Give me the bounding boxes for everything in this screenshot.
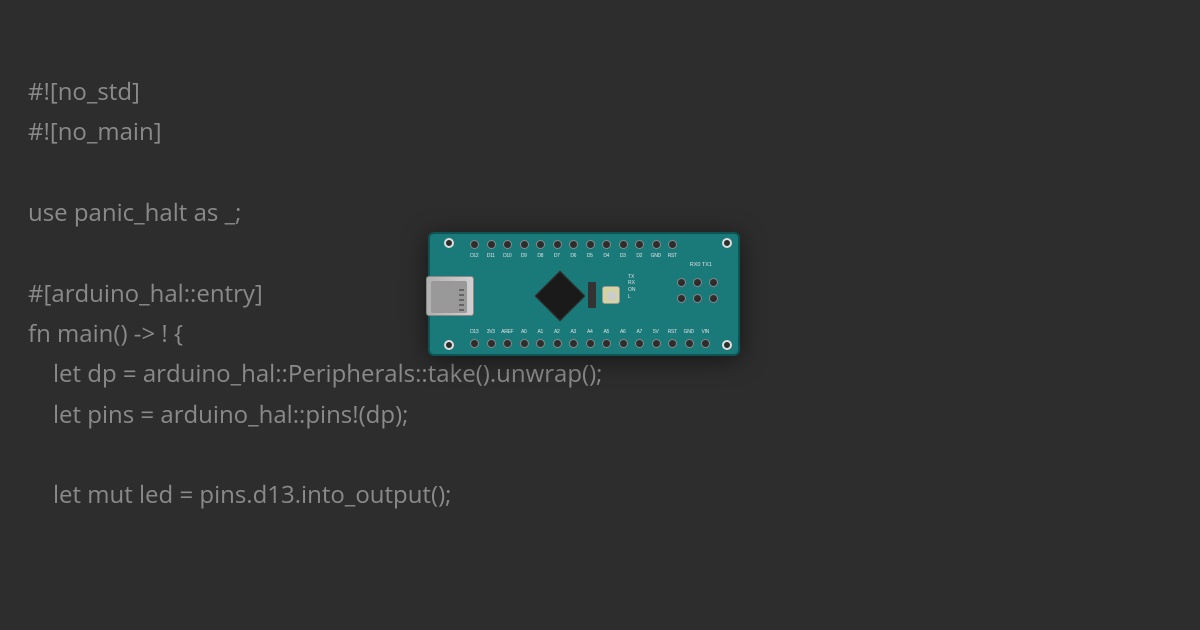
mounting-hole-icon xyxy=(444,340,454,350)
pin-icon[interactable] xyxy=(668,240,677,249)
pin-icon[interactable] xyxy=(536,339,545,348)
pin-icon[interactable] xyxy=(652,240,661,249)
pin-label: A7 xyxy=(633,329,646,335)
usb-connector-icon xyxy=(426,276,474,316)
pin-label: GND xyxy=(683,329,696,335)
pin-label: A0 xyxy=(518,329,531,335)
code-line: #[arduino_hal::entry] xyxy=(28,277,263,310)
pin-label: A2 xyxy=(551,329,564,335)
pin-label: 3V3 xyxy=(485,329,498,335)
code-line: fn main() -> ! { xyxy=(28,317,183,350)
code-line: #![no_std] xyxy=(28,75,140,108)
pin-label: 5V xyxy=(650,329,663,335)
icsp-pin-icon[interactable] xyxy=(677,294,686,303)
icsp-pin-icon[interactable] xyxy=(677,278,686,287)
pin-icon[interactable] xyxy=(487,240,496,249)
pin-icon[interactable] xyxy=(586,339,595,348)
pin-icon[interactable] xyxy=(536,240,545,249)
pin-label: D9 xyxy=(518,253,531,259)
pin-label: D5 xyxy=(584,253,597,259)
top-pin-row xyxy=(470,240,677,249)
icsp-pin-icon[interactable] xyxy=(693,294,702,303)
code-line: let pins = arduino_hal::pins!(dp); xyxy=(28,398,408,431)
icsp-pin-icon[interactable] xyxy=(709,294,718,303)
code-line: use panic_halt as _; xyxy=(28,196,241,229)
mounting-hole-icon xyxy=(722,340,732,350)
pin-icon[interactable] xyxy=(668,339,677,348)
pin-icon[interactable] xyxy=(619,339,628,348)
pin-label: D7 xyxy=(551,253,564,259)
code-line: let dp = arduino_hal::Peripherals::take(… xyxy=(28,357,603,390)
pin-label: VIN xyxy=(699,329,712,335)
icsp-pin-icon[interactable] xyxy=(693,278,702,287)
led-label: L xyxy=(628,294,642,300)
status-leds: TX RX ON L xyxy=(628,274,642,300)
pin-icon[interactable] xyxy=(635,339,644,348)
pin-icon[interactable] xyxy=(569,339,578,348)
pin-label: D10 xyxy=(501,253,514,259)
pin-label: D4 xyxy=(600,253,613,259)
pin-label: A1 xyxy=(534,329,547,335)
pin-icon[interactable] xyxy=(520,240,529,249)
pin-label: A5 xyxy=(600,329,613,335)
pin-label: D2 xyxy=(633,253,646,259)
mounting-hole-icon xyxy=(722,238,732,248)
pin-icon[interactable] xyxy=(503,240,512,249)
pin-icon[interactable] xyxy=(553,339,562,348)
pin-label: GND xyxy=(650,253,663,259)
bottom-pin-row xyxy=(470,339,710,348)
pin-icon[interactable] xyxy=(487,339,496,348)
pin-label: D12 xyxy=(468,253,481,259)
pin-icon[interactable] xyxy=(652,339,661,348)
top-pin-labels: D12 D11 D10 D9 D8 D7 D6 D5 D4 D3 D2 GND … xyxy=(468,253,679,259)
pin-icon[interactable] xyxy=(586,240,595,249)
pin-label: D13 xyxy=(468,329,481,335)
pin-label: RST xyxy=(666,329,679,335)
code-line: #![no_main] xyxy=(28,115,162,148)
led-label: TX RX xyxy=(628,274,642,286)
led-label: ON xyxy=(628,287,642,293)
mounting-hole-icon xyxy=(444,238,454,248)
pin-icon[interactable] xyxy=(602,240,611,249)
pin-label: D6 xyxy=(567,253,580,259)
pin-icon[interactable] xyxy=(470,240,479,249)
pin-icon[interactable] xyxy=(470,339,479,348)
pin-label: A6 xyxy=(617,329,630,335)
pin-icon[interactable] xyxy=(520,339,529,348)
microcontroller-chip-icon xyxy=(535,271,586,322)
pin-icon[interactable] xyxy=(602,339,611,348)
icsp-header xyxy=(677,278,718,303)
pin-icon[interactable] xyxy=(685,339,694,348)
code-line: let mut led = pins.d13.into_output(); xyxy=(28,478,451,511)
pin-label: A4 xyxy=(584,329,597,335)
pin-label: RST xyxy=(666,253,679,259)
rx-tx-label: RX0 TX1 xyxy=(690,262,712,268)
pin-label: D8 xyxy=(534,253,547,259)
pcb: D12 D11 D10 D9 D8 D7 D6 D5 D4 D3 D2 GND … xyxy=(428,232,740,356)
pin-icon[interactable] xyxy=(701,339,710,348)
pin-label: D3 xyxy=(617,253,630,259)
pin-label: AREF xyxy=(501,329,514,335)
pin-label: D11 xyxy=(485,253,498,259)
icsp-pin-icon[interactable] xyxy=(709,278,718,287)
regulator-chip-icon xyxy=(588,282,596,308)
pin-label: A3 xyxy=(567,329,580,335)
pin-icon[interactable] xyxy=(569,240,578,249)
arduino-nano-board[interactable]: D12 D11 D10 D9 D8 D7 D6 D5 D4 D3 D2 GND … xyxy=(428,232,740,356)
reset-button[interactable] xyxy=(602,286,620,304)
pin-icon[interactable] xyxy=(553,240,562,249)
pin-icon[interactable] xyxy=(503,339,512,348)
pin-icon[interactable] xyxy=(619,240,628,249)
pin-icon[interactable] xyxy=(635,240,644,249)
bottom-pin-labels: D13 3V3 AREF A0 A1 A2 A3 A4 A5 A6 A7 5V … xyxy=(468,329,712,335)
